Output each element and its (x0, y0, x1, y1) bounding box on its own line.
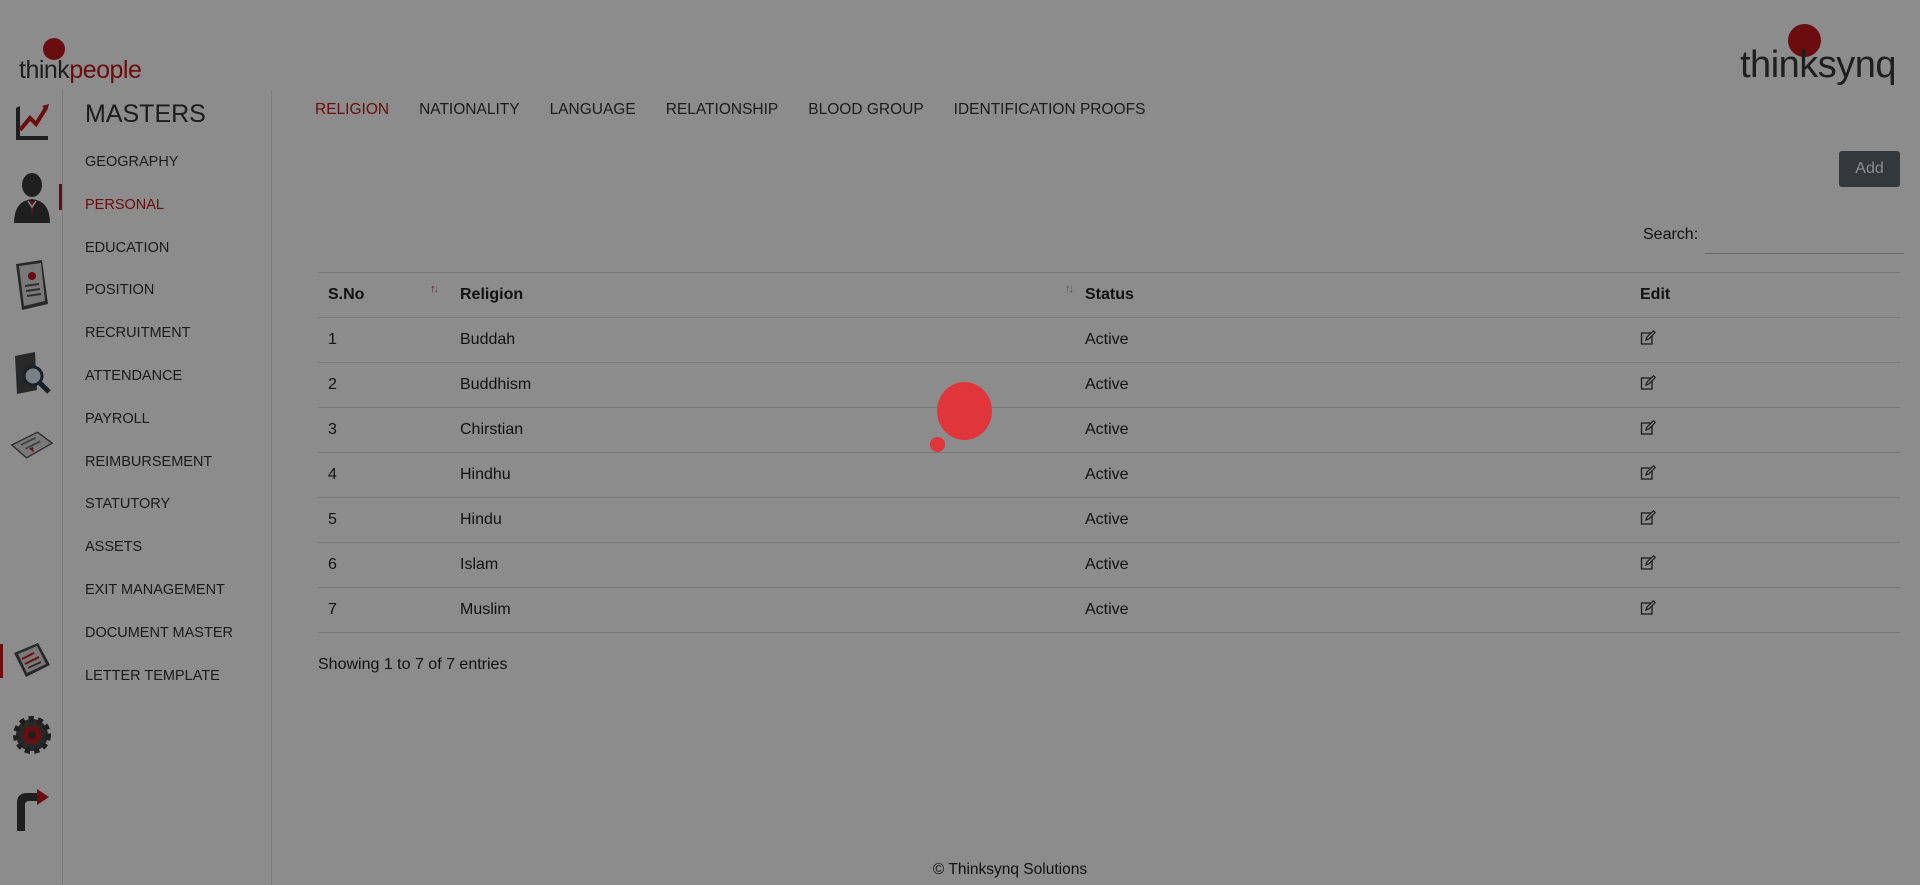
loading-overlay (0, 0, 1920, 885)
loader-dot-small (930, 437, 945, 452)
loader-dot-large (937, 382, 992, 440)
